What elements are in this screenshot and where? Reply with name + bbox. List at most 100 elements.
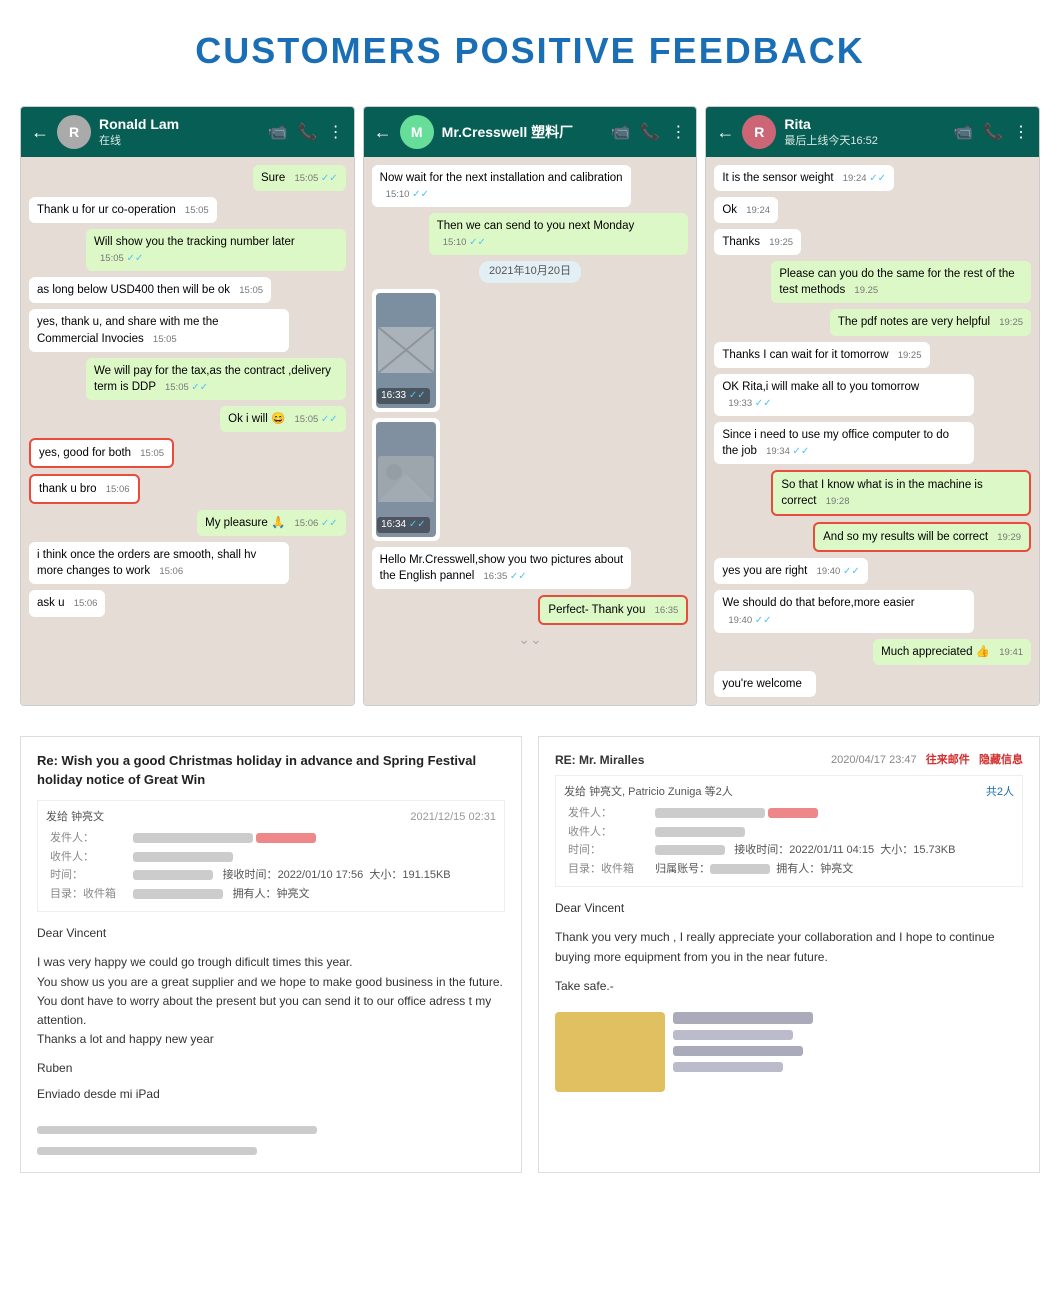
email2-sender-value [651, 804, 1014, 823]
back-arrow-icon[interactable]: ← [31, 122, 49, 143]
tick-icon: ✓✓ [321, 518, 338, 529]
tick-icon: ✓✓ [510, 571, 527, 582]
tick-icon: ✓✓ [793, 446, 810, 457]
msg-row: My pleasure 🙏 15:06 ✓✓ [29, 510, 346, 536]
msg-time: 15:06 [74, 598, 98, 609]
phone-icon[interactable]: 📞 [298, 122, 318, 142]
phone-icon-2[interactable]: 📞 [640, 122, 660, 142]
email2-from-name: 钟亮文, Patricio Zuniga 等2人 [589, 786, 733, 798]
msg-time: 15:10 ✓✓ [386, 189, 429, 200]
email2-folder-label: 目录：收件箱 [564, 860, 651, 879]
email2-size: 15.73KB [913, 844, 955, 856]
email-meta-table: 发件人： 收件人： 时间： 接收时间：2022/01/10 17:56 大小：1… [46, 829, 496, 903]
email-sender-value [129, 829, 496, 848]
msg-received: yes, thank u, and share with me the Comm… [29, 309, 289, 351]
tick-icon: ✓✓ [469, 237, 486, 248]
email-signature-1: Ruben [37, 1059, 505, 1078]
msg-time: 19:24 [746, 205, 770, 216]
msg-sent: My pleasure 🙏 15:06 ✓✓ [197, 510, 346, 536]
msg-received: Ok 19:24 [714, 197, 778, 223]
email-subject-1: Re: Wish you a good Christmas holiday in… [37, 751, 505, 790]
msg-received: Since i need to use my office computer t… [714, 422, 974, 464]
tick-icon: ✓✓ [843, 566, 860, 577]
msg-row: Much appreciated 👍 19:41 [714, 639, 1031, 665]
email-date-sent-2: 2020/04/17 23:47 [831, 754, 917, 766]
msg-row: yes, thank u, and share with me the Comm… [29, 309, 346, 351]
menu-icon-2[interactable]: ⋮ [670, 122, 686, 142]
contact-info-1: Ronald Lam 在线 [99, 116, 260, 148]
menu-icon[interactable]: ⋮ [328, 122, 344, 142]
msg-sent: Please can you do the same for the rest … [771, 261, 1031, 303]
chat-panel-1: ← R Ronald Lam 在线 📹 📞 ⋮ Sure 15:05 ✓✓ Th… [20, 106, 355, 706]
msg-received: i think once the orders are smooth, shal… [29, 542, 289, 584]
msg-sent: Ok i will 😄 15:05 ✓✓ [220, 406, 346, 432]
msg-time: 16:35 ✓✓ [484, 571, 527, 582]
msg-sent: Much appreciated 👍 19:41 [873, 639, 1031, 665]
email-text-2: Thank you very much , I really appreciat… [555, 928, 1023, 966]
msg-row: yes you are right 19:40 ✓✓ [714, 558, 1031, 584]
receive-time-label: 接收时间： [223, 869, 278, 881]
msg-received: Thanks I can wait for it tomorrow 19:25 [714, 342, 929, 368]
msg-time: 19:25 [898, 350, 922, 361]
msg-highlighted: So that I know what is in the machine is… [771, 470, 1031, 516]
msg-highlighted: yes, good for both 15:05 [29, 438, 174, 468]
avatar-2: M [400, 115, 434, 149]
avatar-1: R [57, 115, 91, 149]
video-icon[interactable]: 📹 [268, 122, 288, 142]
email-tag-label: 往来邮件 [926, 754, 970, 766]
whatsapp-section: ← R Ronald Lam 在线 📹 📞 ⋮ Sure 15:05 ✓✓ Th… [20, 106, 1040, 706]
msg-row: It is the sensor weight 19:24 ✓✓ [714, 165, 1031, 191]
back-arrow-icon-3[interactable]: ← [716, 122, 734, 143]
email2-from-label: 发给 [564, 786, 589, 798]
msg-row: 16:33 ✓✓ [372, 289, 689, 412]
phone-icon-3[interactable]: 📞 [983, 122, 1003, 142]
chat-icons-3: 📹 📞 ⋮ [953, 122, 1029, 142]
email-body-1: Dear Vincent I was very happy we could g… [37, 924, 505, 1158]
tick-icon: ✓✓ [869, 173, 886, 184]
video-icon-3[interactable]: 📹 [953, 122, 973, 142]
msg-row: thank u bro 15:06 [29, 474, 346, 504]
email2-account-value: 归属账号： 拥有人：钟亮文 [651, 860, 1014, 879]
email-meta-1: 发给 钟亮文 2021/12/15 02:31 发件人： 收件人： 时间： 接收… [37, 800, 505, 913]
back-arrow-icon-2[interactable]: ← [374, 122, 392, 143]
msg-row: Ok 19:24 [714, 197, 1031, 223]
contact-info-3: Rita 最后上线今天16:52 [784, 116, 945, 148]
contact-name-2: Mr.Cresswell 塑料厂 [442, 122, 603, 142]
avatar-3: R [742, 115, 776, 149]
tick-icon: ✓✓ [126, 253, 143, 264]
scroll-indicator: ⌄⌄ [372, 631, 689, 648]
email-signoff-2: Take safe.- [555, 977, 1023, 996]
msg-time: 15:05 [153, 334, 177, 345]
email-greeting-1: Dear Vincent [37, 924, 505, 943]
chat-body-1: Sure 15:05 ✓✓ Thank u for ur co-operatio… [21, 157, 354, 705]
email-section: Re: Wish you a good Christmas holiday in… [20, 736, 1040, 1173]
msg-row: yes, good for both 15:05 [29, 438, 346, 468]
video-icon-2[interactable]: 📹 [611, 122, 631, 142]
msg-time: 19:25 [999, 317, 1023, 328]
msg-time: 15:05 [140, 448, 164, 459]
msg-time: 15:05 [185, 205, 209, 216]
msg-time: 19:25 [769, 237, 793, 248]
msg-sent: Will show you the tracking number later … [86, 229, 346, 271]
msg-sent: Then we can send to you next Monday 15:1… [429, 213, 689, 255]
msg-time: 15:10 ✓✓ [443, 237, 486, 248]
contact-name-1: Ronald Lam [99, 116, 260, 132]
email-meta-table-2: 发件人： 收件人： 时间： 接收时间：2022/01/11 04:15 大小：1… [564, 804, 1014, 878]
tick-icon: ✓✓ [321, 414, 338, 425]
msg-row: Since i need to use my office computer t… [714, 422, 1031, 464]
msg-received: We should do that before,more easier 19:… [714, 590, 974, 632]
msg-time: 15:05 ✓✓ [294, 173, 337, 184]
email-body-2: Dear Vincent Thank you very much , I rea… [555, 899, 1023, 1092]
chat-body-2: Now wait for the next installation and c… [364, 157, 697, 705]
tick-icon: ✓✓ [409, 519, 426, 530]
msg-time: 15:05 ✓✓ [294, 414, 337, 425]
msg-time: 19:24 ✓✓ [843, 173, 886, 184]
email2-time-value: 接收时间：2022/01/11 04:15 大小：15.73KB [651, 841, 1014, 860]
msg-row: you're welcome [714, 671, 1031, 697]
msg-time: 19.25 [854, 285, 878, 296]
menu-icon-3[interactable]: ⋮ [1013, 122, 1029, 142]
msg-time: 15:05 ✓✓ [165, 382, 208, 393]
msg-row: 16:34 ✓✓ [372, 418, 689, 541]
msg-image: 16:33 ✓✓ [372, 289, 440, 412]
email-meta-2: 发给 钟亮文, Patricio Zuniga 等2人 共2人 发件人： 收件人… [555, 775, 1023, 888]
